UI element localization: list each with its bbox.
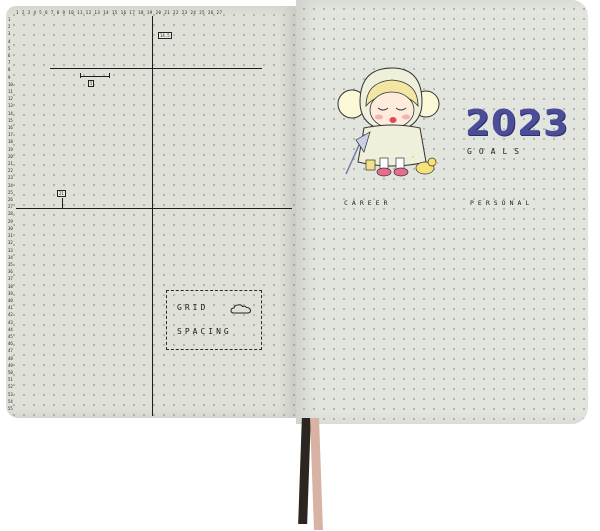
character-illustration (337, 67, 440, 177)
ruler-number: 1 (8, 17, 11, 22)
ruler-number: 14 (8, 110, 13, 116)
ruler-number: 7 (8, 60, 11, 66)
section-career: CAREER (344, 199, 392, 207)
grid-spacing-box: GRID SPACING (166, 290, 262, 350)
ruler-number: 11 (8, 89, 13, 95)
ruler-number: 28 (8, 211, 13, 217)
measure-label-top: 14.5 (158, 32, 172, 39)
ruler-number: 55 (8, 405, 13, 411)
ruler-number: 2 (8, 24, 11, 30)
ruler-number: 40 (8, 297, 13, 303)
ruler-number: 21 (8, 161, 13, 167)
horizontal-guide-line (16, 208, 292, 209)
ruler-number: 32 (8, 240, 13, 246)
ruler-number: 54 (8, 398, 13, 404)
ruler-number: 49 (8, 362, 13, 368)
ruler-number: 34 (8, 254, 13, 260)
ruler-number: 3 (8, 31, 11, 37)
measure-label-mid: 5 (88, 80, 95, 87)
ruler-number: 48 (8, 355, 13, 361)
ruler-number: 10 (8, 81, 13, 87)
ruler-number: 29 (8, 218, 13, 224)
ruler-number: 30 (8, 225, 13, 231)
ruler-number: 45 (8, 333, 13, 339)
ruler-number: 38 (8, 283, 13, 289)
ruler-number: 37 (8, 276, 13, 282)
grid-box-line1: GRID (177, 303, 209, 312)
goals-subtitle: GOALS (467, 147, 527, 156)
ruler-number: 17 (8, 132, 13, 138)
ruler-number: 36 (8, 269, 13, 275)
section-personal: PERSONAL (470, 199, 534, 207)
ruler-number: 16 (8, 125, 13, 131)
top-ruler: 1 2 3 4 5 6 7 8 9 10 11 12 13 14 15 16 1… (16, 10, 223, 15)
ruler-number: 35 (8, 261, 13, 267)
horizontal-guide-short (50, 68, 262, 69)
grid-box-line2: SPACING (177, 327, 232, 336)
ruler-number: 27 (8, 204, 13, 210)
ruler-number: 18 (8, 139, 13, 145)
tick-mark (80, 76, 110, 77)
ruler-number: 47 (8, 348, 13, 354)
ruler-number: 43 (8, 319, 13, 325)
ribbon-bookmark-light (310, 418, 323, 530)
ruler-number: 53 (8, 391, 13, 397)
ruler-number: 23 (8, 175, 13, 181)
ruler-number: 19 (8, 146, 13, 152)
vertical-guide-line (152, 16, 153, 416)
ruler-number: 31 (8, 233, 13, 239)
tick-mark (80, 73, 81, 78)
ruler-number: 20 (8, 153, 13, 159)
ruler-number: 46 (8, 341, 13, 347)
ruler-number: 24 (8, 182, 13, 188)
measure-label-side: 21 (57, 190, 66, 197)
ruler-number: 6 (8, 53, 11, 59)
ruler-number: 9 (8, 74, 11, 80)
ruler-number: 51 (8, 377, 13, 383)
ruler-number: 25 (8, 189, 13, 195)
open-notebook: 1 2 3 4 5 6 7 8 9 10 11 12 13 14 15 16 1… (0, 0, 600, 531)
left-ruler: 1 2 3 4 5 6 7 8 9 10 11 12 13 14 15 16 17 18 19 20 21 22 23 24 2… (8, 16, 16, 412)
ruler-number: 50 (8, 369, 13, 375)
ruler-number: 12 (8, 96, 13, 102)
ruler-number: 8 (8, 67, 11, 73)
ruler-number: 5 (8, 45, 11, 51)
left-page: 1 2 3 4 5 6 7 8 9 10 11 12 13 14 15 16 1… (6, 6, 296, 418)
ruler-number: 33 (8, 247, 13, 253)
ruler-number: 4 (8, 38, 11, 44)
ruler-number: 42 (8, 312, 13, 318)
tick-mark (109, 73, 110, 78)
ruler-number: 52 (8, 384, 13, 390)
ruler-number: 41 (8, 305, 13, 311)
tick-mark (62, 198, 63, 208)
ruler-number: 13 (8, 103, 13, 109)
ribbon-bookmark-dark (298, 418, 311, 524)
year-title: 2023 (465, 103, 570, 144)
ruler-number: 44 (8, 326, 13, 332)
ruler-number: 22 (8, 168, 13, 174)
ruler-number: 39 (8, 290, 13, 296)
ruler-number: 26 (8, 197, 13, 203)
cloud-icon (230, 304, 252, 314)
ruler-number: 15 (8, 117, 13, 123)
